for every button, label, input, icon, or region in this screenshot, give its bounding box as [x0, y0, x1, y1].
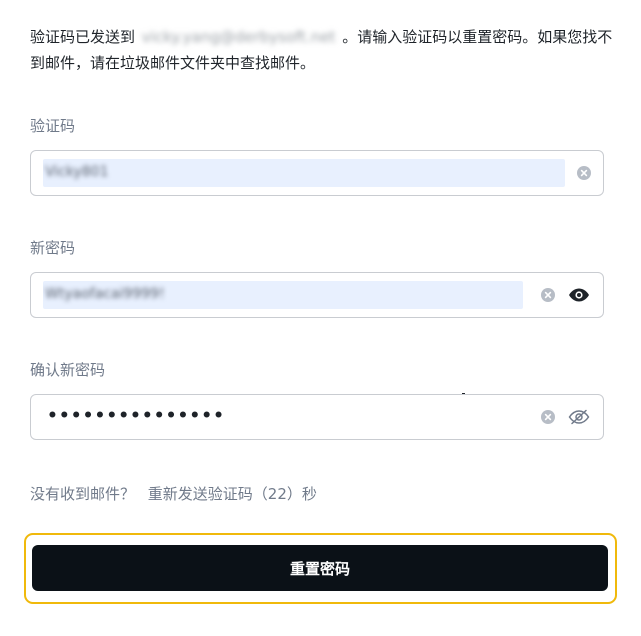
reset-password-button[interactable]: 重置密码 — [32, 545, 608, 591]
instruction-prefix: 验证码已发送到 — [30, 28, 136, 46]
new-password-field[interactable]: Wtyaofacai9999! — [30, 272, 604, 318]
clear-icon[interactable] — [541, 410, 555, 424]
eye-slash-icon[interactable] — [568, 409, 590, 425]
eye-icon[interactable] — [568, 287, 590, 303]
code-field[interactable]: Vicky801 — [30, 150, 604, 196]
confirm-password-field[interactable]: ••••••••••••••• — [30, 394, 604, 440]
new-password-label: 新密码 — [30, 239, 76, 257]
resend-countdown-link[interactable]: 重新发送验证码（22）秒 — [148, 485, 317, 503]
clear-icon[interactable] — [577, 166, 591, 180]
resend-row: 没有收到邮件？ 重新发送验证码（22）秒 — [30, 484, 317, 504]
confirm-password-label: 确认新密码 — [30, 361, 106, 379]
code-input[interactable]: Vicky801 — [43, 159, 565, 187]
new-password-input[interactable]: Wtyaofacai9999! — [43, 281, 523, 309]
confirm-password-input[interactable]: ••••••••••••••• — [47, 406, 225, 426]
submit-focus-ring: 重置密码 — [24, 533, 617, 604]
masked-email: vicky.yang@derbysoft.net — [141, 28, 336, 46]
new-password-value: Wtyaofacai9999! — [45, 286, 165, 302]
clear-icon[interactable] — [541, 288, 555, 302]
code-label: 验证码 — [30, 117, 76, 135]
code-value: Vicky801 — [45, 164, 109, 180]
instruction-text: 验证码已发送到 vicky.yang@derbysoft.net 。请输入验证码… — [30, 24, 620, 76]
resend-question: 没有收到邮件？ — [30, 485, 136, 503]
